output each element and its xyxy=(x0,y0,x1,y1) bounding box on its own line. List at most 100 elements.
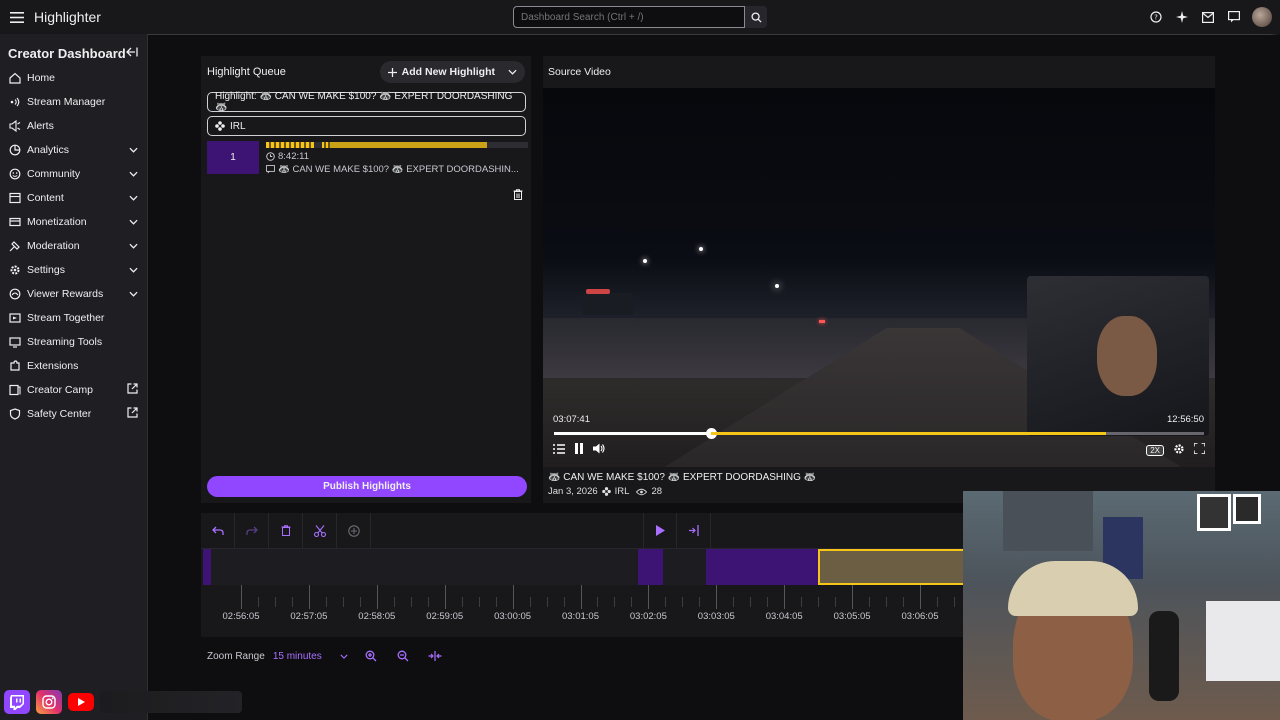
sidebar-item-creator-camp[interactable]: Creator Camp xyxy=(0,378,147,402)
user-avatar[interactable] xyxy=(1252,7,1272,27)
video-scene-light xyxy=(643,259,647,263)
source-video-title: Source Video xyxy=(548,66,611,78)
play-button[interactable] xyxy=(643,512,677,549)
chevron-down-icon[interactable] xyxy=(129,264,138,276)
zoom-out-button[interactable] xyxy=(391,644,415,668)
external-link-icon[interactable] xyxy=(127,407,138,421)
chevron-down-icon[interactable] xyxy=(129,288,138,300)
sidebar-item-streaming-tools[interactable]: Streaming Tools xyxy=(0,330,147,354)
viewer-rewards-icon xyxy=(9,288,21,300)
video-scene-sign xyxy=(586,289,610,294)
video-meta: 🦝 CAN WE MAKE $100? 🦝 EXPERT DOORDASHING… xyxy=(548,472,816,497)
playback-speed-badge[interactable]: 2X xyxy=(1146,444,1164,456)
zoom-range-select[interactable]: 15 minutes xyxy=(273,651,351,662)
video-player[interactable]: 03:07:41 12:56:50 2X xyxy=(543,88,1215,467)
stream-together-icon xyxy=(9,312,21,324)
timeline-minor-tick xyxy=(393,597,395,607)
chevron-down-icon[interactable] xyxy=(129,168,138,180)
timeline-segment[interactable] xyxy=(638,549,663,585)
add-circle-icon xyxy=(347,524,360,537)
whisper-icon[interactable] xyxy=(1226,9,1242,25)
redo-button[interactable] xyxy=(235,512,269,549)
jump-to-end-button[interactable] xyxy=(677,512,711,549)
zoom-in-button[interactable] xyxy=(359,644,383,668)
video-scene-taillight xyxy=(819,320,825,323)
queue-item[interactable]: 1 8:42:11 🦝 CAN WE MAKE $100? 🦝 EXPERT D… xyxy=(207,141,528,175)
fullscreen-icon[interactable] xyxy=(1193,442,1206,457)
undo-icon xyxy=(211,526,224,535)
queue-item-duration: 8:42:11 xyxy=(278,151,309,162)
sidebar-item-home[interactable]: Home xyxy=(0,66,147,90)
streamer-webcam-overlay xyxy=(963,491,1280,720)
undo-button[interactable] xyxy=(201,512,235,549)
add-new-highlight-button[interactable]: Add New Highlight xyxy=(379,61,525,83)
redo-icon xyxy=(245,526,258,535)
chevron-down-icon[interactable] xyxy=(129,240,138,252)
volume-icon[interactable] xyxy=(593,443,605,457)
category-icon xyxy=(601,487,611,496)
sidebar-item-label: Home xyxy=(27,72,56,84)
sidebar-item-safety-center[interactable]: Safety Center xyxy=(0,402,147,426)
delete-segment-button[interactable] xyxy=(269,512,303,549)
collapse-sidebar-icon[interactable] xyxy=(126,47,138,60)
timeline-tick-label: 02:59:05 xyxy=(426,611,464,622)
timeline-tick-label: 03:03:05 xyxy=(697,611,735,622)
sidebar-item-label: Stream Together xyxy=(27,312,105,324)
split-button[interactable] xyxy=(303,512,337,549)
category-field[interactable]: IRL xyxy=(207,116,526,136)
timeline-tick xyxy=(512,585,514,609)
timeline-segment[interactable] xyxy=(706,549,818,585)
sidebar-item-analytics[interactable]: Analytics xyxy=(0,138,147,162)
video-total-time: 12:56:50 xyxy=(1167,414,1204,425)
video-title: 🦝 CAN WE MAKE $100? 🦝 EXPERT DOORDASHING… xyxy=(548,472,817,483)
sidebar-item-stream-together[interactable]: Stream Together xyxy=(0,306,147,330)
video-facecam-inset xyxy=(1027,276,1209,436)
timeline-minor-tick xyxy=(886,597,888,607)
timeline-segment[interactable] xyxy=(203,549,211,585)
sidebar-item-label: Content xyxy=(27,192,64,204)
video-seek-bar[interactable] xyxy=(554,428,1204,439)
sidebar-item-extensions[interactable]: Extensions xyxy=(0,354,147,378)
sidebar-item-monetization[interactable]: Monetization xyxy=(0,210,147,234)
add-segment-button[interactable] xyxy=(337,512,371,549)
webcam-picture-frame xyxy=(1197,494,1231,531)
menu-icon[interactable] xyxy=(0,0,34,34)
sidebar-item-content[interactable]: Content xyxy=(0,186,147,210)
search-input[interactable] xyxy=(513,6,745,28)
highlight-range-marker xyxy=(711,432,1107,435)
highlight-title-field[interactable]: Highlight: 🦝 CAN WE MAKE $100? 🦝 EXPERT … xyxy=(207,91,526,113)
timeline-minor-tick xyxy=(342,597,344,607)
chevron-down-icon[interactable] xyxy=(129,144,138,156)
sidebar-item-alerts[interactable]: Alerts xyxy=(0,114,147,138)
timeline-tick-label: 02:56:05 xyxy=(222,611,260,622)
chapters-icon[interactable] xyxy=(553,443,565,457)
sidebar-item-community[interactable]: Community xyxy=(0,162,147,186)
twitch-logo-icon xyxy=(4,690,30,714)
zoom-range-value: 15 minutes xyxy=(272,650,322,662)
pause-icon[interactable] xyxy=(574,443,584,457)
timeline-tick-label: 03:00:05 xyxy=(494,611,532,622)
community-icon xyxy=(9,168,21,180)
sidebar-item-stream-manager[interactable]: Stream Manager xyxy=(0,90,147,114)
app-title: Highlighter xyxy=(34,9,101,25)
fit-timeline-button[interactable] xyxy=(423,644,447,668)
trash-icon[interactable] xyxy=(513,189,523,203)
instagram-logo-icon xyxy=(36,690,62,714)
sidebar-item-moderation[interactable]: Moderation xyxy=(0,234,147,258)
sidebar-item-viewer-rewards[interactable]: Viewer Rewards xyxy=(0,282,147,306)
category-text: IRL xyxy=(230,120,246,132)
help-icon[interactable]: ? xyxy=(1148,9,1164,25)
settings-gear-icon[interactable] xyxy=(1173,443,1185,458)
external-link-icon[interactable] xyxy=(127,383,138,397)
search-button[interactable] xyxy=(745,6,767,28)
inbox-icon[interactable] xyxy=(1200,9,1216,25)
extensions-icon xyxy=(9,360,21,372)
sidebar-item-settings[interactable]: Settings xyxy=(0,258,147,282)
publish-highlights-button[interactable]: Publish Highlights xyxy=(207,476,527,497)
timeline-tick-label: 02:57:05 xyxy=(290,611,328,622)
sparkle-icon[interactable] xyxy=(1174,9,1190,25)
timeline-minor-tick xyxy=(953,597,955,607)
video-scene-light xyxy=(775,284,779,288)
chevron-down-icon[interactable] xyxy=(129,192,138,204)
chevron-down-icon[interactable] xyxy=(129,216,138,228)
